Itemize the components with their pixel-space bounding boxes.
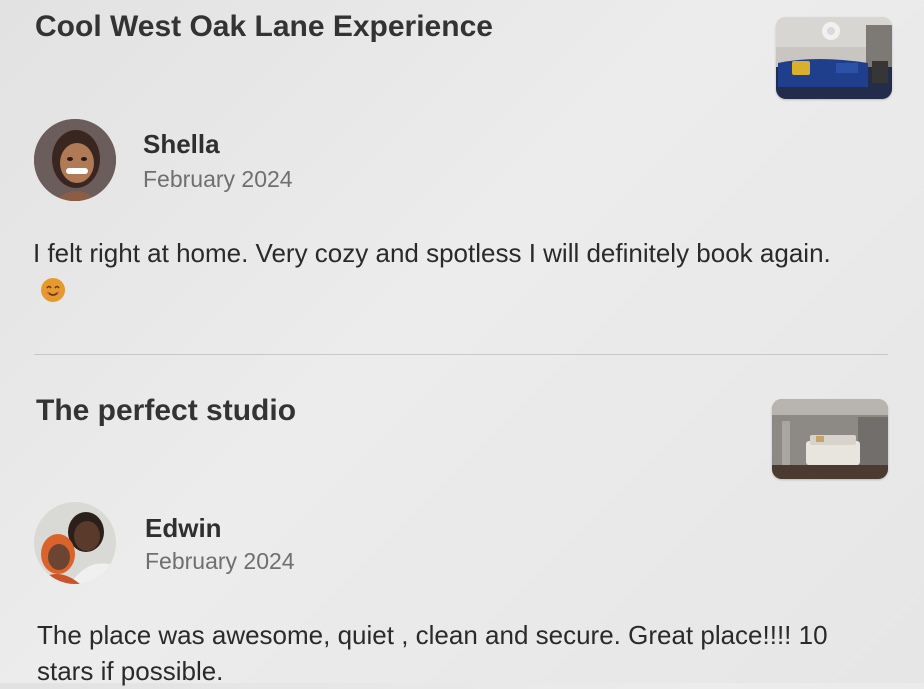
review-date: February 2024 (143, 166, 293, 192)
review-title: Cool West Oak Lane Experience (35, 10, 493, 43)
avatar[interactable] (34, 502, 116, 584)
bedroom-photo[interactable] (772, 399, 888, 479)
smiling-face-icon (40, 277, 66, 303)
review-title: The perfect studio (36, 394, 297, 427)
review-text: I felt right at home. Very cozy and spot… (33, 238, 831, 268)
reviewer-name: Shella (143, 129, 220, 159)
living-room-photo[interactable] (776, 17, 892, 99)
reviewer-name: Edwin (145, 513, 222, 543)
divider (34, 354, 888, 355)
avatar[interactable] (34, 119, 116, 201)
review-text: The place was awesome, quiet , clean and… (37, 620, 828, 686)
review-date: February 2024 (145, 548, 295, 574)
